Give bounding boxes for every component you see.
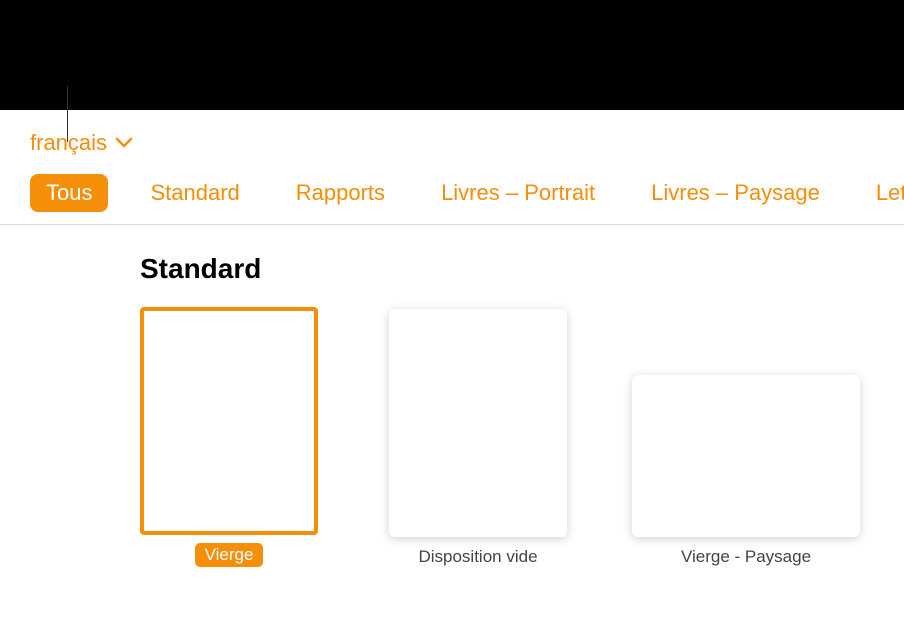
tab-books-portrait[interactable]: Livres – Portrait xyxy=(427,174,609,212)
template-thumbnail-blank[interactable] xyxy=(140,307,318,535)
template-thumbnail-blank-landscape[interactable] xyxy=(632,375,860,537)
tab-letters[interactable]: Lett xyxy=(862,174,904,212)
tab-standard[interactable]: Standard xyxy=(136,174,253,212)
top-black-bar xyxy=(0,0,904,110)
template-label: Disposition vide xyxy=(418,547,537,567)
template-item-blank-landscape: Vierge - Paysage xyxy=(632,375,860,567)
template-item-blank: Vierge xyxy=(140,307,318,567)
tab-reports[interactable]: Rapports xyxy=(282,174,399,212)
category-tabs: Tous Standard Rapports Livres – Portrait… xyxy=(0,174,904,225)
tab-books-landscape[interactable]: Livres – Paysage xyxy=(637,174,834,212)
template-item-layout-empty: Disposition vide xyxy=(389,309,567,567)
callout-line xyxy=(67,86,68,142)
content-area: Standard Vierge Disposition vide Vierge … xyxy=(0,225,904,567)
language-picker[interactable]: français xyxy=(30,130,133,156)
template-thumbnail-layout-empty[interactable] xyxy=(389,309,567,537)
chevron-down-icon xyxy=(115,137,133,149)
language-label: français xyxy=(30,130,107,156)
template-label: Vierge xyxy=(195,543,264,567)
templates-row: Vierge Disposition vide Vierge - Paysage xyxy=(140,307,904,567)
tab-all[interactable]: Tous xyxy=(30,174,108,212)
section-title: Standard xyxy=(140,253,904,285)
template-label: Vierge - Paysage xyxy=(681,547,811,567)
